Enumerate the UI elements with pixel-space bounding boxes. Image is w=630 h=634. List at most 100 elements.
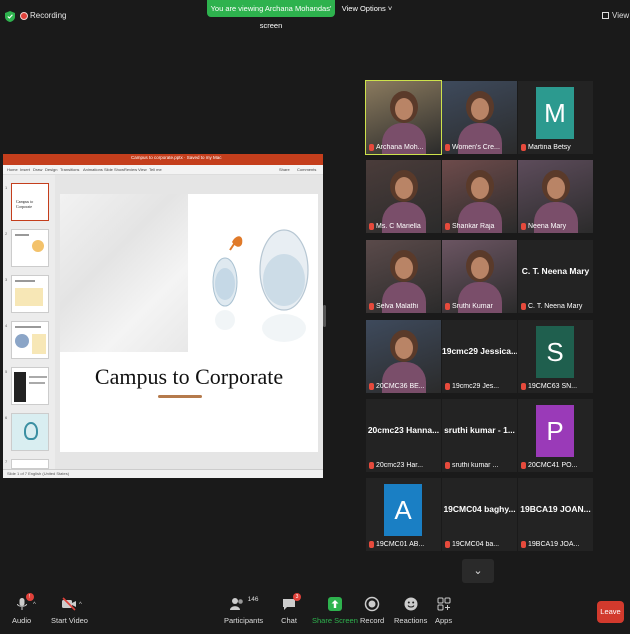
start-video-button[interactable]: Start Video	[51, 596, 88, 625]
view-button[interactable]: View	[602, 11, 629, 20]
participant-name: C. T. Neena Mary	[528, 303, 583, 310]
slide-thumbnail[interactable]	[11, 459, 49, 469]
view-options-button[interactable]: View Options ˅	[341, 0, 393, 17]
gallery-next-page-button[interactable]: ⌄	[462, 559, 494, 583]
video-options-caret[interactable]: ^	[79, 602, 82, 608]
record-button[interactable]: Record	[360, 596, 384, 625]
apps-button[interactable]: Apps	[435, 596, 452, 625]
participant-tile[interactable]: Archana Moh...	[365, 80, 442, 155]
participant-name: Martina Betsy	[528, 144, 571, 151]
participant-tile[interactable]: M Martina Betsy	[518, 81, 593, 154]
chat-label: Chat	[281, 616, 297, 625]
participant-name-label: Ms. C Mariella	[369, 223, 439, 230]
ribbon-tab[interactable]: Review	[124, 167, 137, 172]
participant-tile[interactable]: sruthi kumar - 1... sruthi kumar ...	[442, 399, 517, 472]
participant-name-label: 19BCA19 JOA...	[521, 541, 591, 548]
share-screen-icon	[327, 596, 343, 612]
ribbon-tab[interactable]: Animations	[83, 167, 103, 172]
participant-name-label: Selva Malathi	[369, 303, 439, 310]
participant-name-label: Women's Cre...	[445, 144, 515, 151]
participant-display-name: 19BCA19 JOAN...	[520, 504, 591, 514]
comments-link[interactable]: Comments	[297, 167, 316, 172]
ribbon-tab[interactable]: View	[138, 167, 147, 172]
slide-thumbnail[interactable]	[11, 275, 49, 313]
audio-button[interactable]: ! Audio	[12, 593, 34, 625]
ribbon-tabs: Home Insert Draw Design Transitions Anim…	[3, 165, 323, 175]
reactions-button[interactable]: Reactions	[394, 596, 427, 625]
participant-name-label: Sruthi Kumar	[445, 303, 515, 310]
participant-tile[interactable]: Sruthi Kumar	[442, 240, 517, 313]
leave-button[interactable]: Leave	[597, 601, 624, 623]
status-bar: Slide 1 of 7 English (United States)	[3, 469, 323, 478]
status-text: Slide 1 of 7 English (United States)	[7, 471, 70, 476]
participant-tile[interactable]: A 19CMC01 AB...	[366, 478, 441, 551]
share-screen-button[interactable]: Share Screen	[312, 596, 358, 625]
view-label: View	[612, 11, 630, 20]
participant-name: Neena Mary	[528, 223, 567, 230]
record-icon	[364, 596, 380, 612]
participants-count: 146	[247, 596, 259, 603]
participant-tile[interactable]: C. T. Neena Mary C. T. Neena Mary	[518, 240, 593, 313]
microphone-icon: !	[14, 593, 34, 612]
chat-button[interactable]: 3 Chat	[281, 593, 301, 625]
shield-icon[interactable]	[5, 11, 15, 22]
record-label: Record	[360, 616, 385, 625]
ribbon-tab[interactable]: Slide Show	[104, 167, 124, 172]
muted-mic-icon	[445, 303, 450, 310]
slide-title: Campus to Corporate	[94, 364, 284, 389]
top-bar: Recording You are viewing Archana Mohand…	[0, 0, 630, 30]
muted-mic-icon	[521, 462, 526, 469]
slide-thumbnail[interactable]	[11, 229, 49, 267]
participant-tile[interactable]: 19cmc29 Jessica... 19cmc29 Jes...	[442, 320, 517, 393]
participant-name: Sruthi Kumar	[452, 303, 493, 310]
slide-thumbnail[interactable]	[11, 321, 49, 359]
recording-icon	[20, 12, 28, 20]
splitter-handle[interactable]	[323, 305, 326, 327]
grid-icon	[602, 12, 609, 19]
thumbnail-number: 4	[5, 323, 8, 328]
participant-tile[interactable]: 19CMC04 baghy... 19CMC04 ba...	[442, 478, 517, 551]
ribbon-tab[interactable]: Tell me	[149, 167, 162, 172]
participant-name-label: C. T. Neena Mary	[521, 303, 591, 310]
ribbon-tab[interactable]: Home	[7, 167, 18, 172]
slide-thumbnail[interactable]	[11, 367, 49, 405]
apps-icon	[436, 596, 452, 612]
slide-thumbnail[interactable]	[11, 413, 49, 451]
slide-thumbnail[interactable]: Campus to Corporate	[11, 183, 49, 221]
participant-name: Ms. C Mariella	[376, 223, 421, 230]
participant-name: 19CMC04 ba...	[452, 541, 500, 548]
participant-tile[interactable]: 19BCA19 JOAN... 19BCA19 JOA...	[518, 478, 593, 551]
participant-tile[interactable]: S 19CMC63 SN...	[518, 320, 593, 393]
chat-badge: 3	[293, 593, 301, 601]
participant-tile[interactable]: P 20CMC41 PO...	[518, 399, 593, 472]
participant-tile[interactable]: Selva Malathi	[366, 240, 441, 313]
participant-display-name: sruthi kumar - 1...	[444, 425, 515, 435]
participants-button[interactable]: 146 Participants	[224, 596, 263, 625]
participant-tile[interactable]: Shankar Raja	[442, 160, 517, 233]
participant-display-name: C. T. Neena Mary	[521, 266, 590, 276]
smiley-icon	[403, 596, 419, 612]
thumbnail-number: 1	[5, 185, 8, 190]
thumbnail-number: 2	[5, 231, 8, 236]
muted-mic-icon	[445, 144, 450, 151]
participant-avatar: A	[384, 484, 422, 536]
participant-tile[interactable]: Women's Cre...	[442, 81, 517, 154]
participant-name: Shankar Raja	[452, 223, 495, 230]
shared-screen[interactable]: Campus to corporate.pptx · Saved to my M…	[3, 154, 323, 478]
audio-options-caret[interactable]: ^	[33, 602, 36, 608]
participant-tile[interactable]: Neena Mary	[518, 160, 593, 233]
ribbon-tab[interactable]: Transitions	[60, 167, 79, 172]
thumbnail-number: 7	[5, 459, 8, 464]
chat-icon: 3	[281, 593, 301, 612]
zoom-meeting-window: Recording You are viewing Archana Mohand…	[0, 0, 630, 634]
share-link[interactable]: Share	[279, 167, 290, 172]
participant-display-name: 20cmc23 Hanna...	[367, 425, 440, 435]
participant-tile[interactable]: 20CMC36 BE...	[366, 320, 441, 393]
ribbon-tab[interactable]: Insert	[20, 167, 30, 172]
participant-tile[interactable]: 20cmc23 Hanna... 20cmc23 Har...	[366, 399, 441, 472]
muted-mic-icon	[521, 144, 526, 151]
ribbon-tab[interactable]: Design	[45, 167, 57, 172]
participant-name: 20cmc23 Har...	[376, 462, 424, 469]
ribbon-tab[interactable]: Draw	[33, 167, 42, 172]
participant-tile[interactable]: Ms. C Mariella	[366, 160, 441, 233]
